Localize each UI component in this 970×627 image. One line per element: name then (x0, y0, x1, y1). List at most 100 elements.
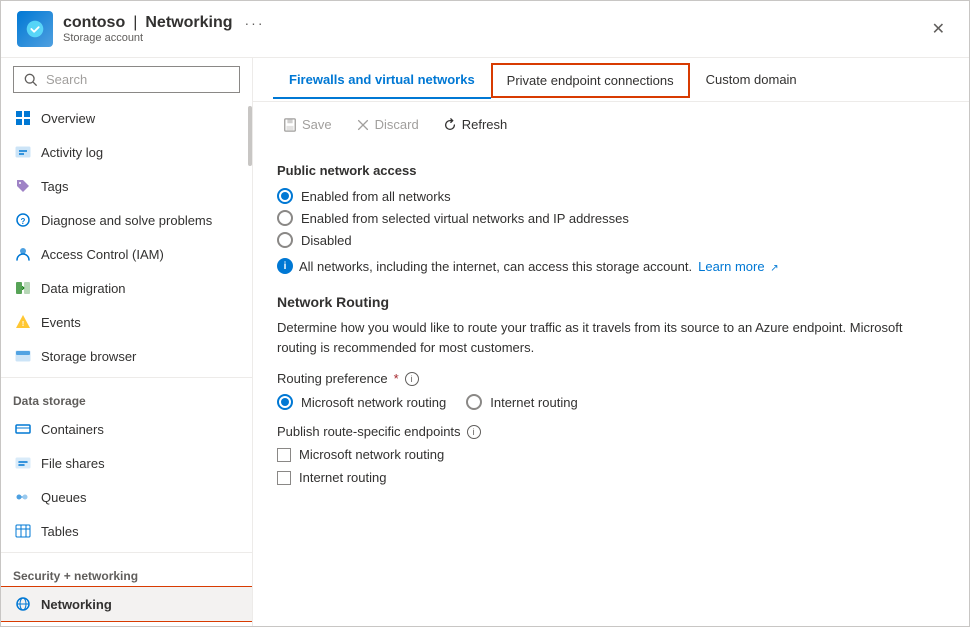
sidebar-label-overview: Overview (41, 111, 95, 126)
sidebar-item-tags[interactable]: Tags (1, 169, 252, 203)
info-text: All networks, including the internet, ca… (299, 259, 692, 274)
publish-label: Publish route-specific endpoints (277, 424, 461, 439)
migration-icon (13, 278, 33, 298)
sidebar-item-diagnose[interactable]: ? Diagnose and solve problems (1, 203, 252, 237)
radio-label-selected: Enabled from selected virtual networks a… (301, 211, 629, 226)
sidebar-label-tables: Tables (41, 524, 79, 539)
sidebar-item-containers[interactable]: Containers (1, 412, 252, 446)
scroll-indicator (248, 101, 252, 626)
module-title: Networking (145, 14, 232, 32)
routing-preference-label-row: Routing preference * i (277, 371, 945, 386)
sidebar-label-diagnose: Diagnose and solve problems (41, 213, 212, 228)
sidebar-scroll-area: Overview Activity log (1, 101, 252, 626)
routing-radio-row: Microsoft network routing Internet routi… (277, 394, 945, 410)
public-network-title: Public network access (277, 163, 945, 178)
refresh-label: Refresh (462, 117, 508, 132)
sidebar-item-events[interactable]: ! Events (1, 305, 252, 339)
sidebar-label-containers: Containers (41, 422, 104, 437)
queues-icon (13, 487, 33, 507)
app-icon (17, 11, 53, 47)
tables-icon (13, 521, 33, 541)
content-area: Firewalls and virtual networks Private e… (253, 58, 969, 626)
search-icon (24, 73, 38, 87)
routing-section: Network Routing Determine how you would … (277, 294, 945, 485)
save-label: Save (302, 117, 332, 132)
refresh-button[interactable]: Refresh (433, 112, 518, 137)
subtitle: Storage account (63, 32, 265, 44)
sidebar-item-azure-cdn[interactable]: Azure CDN (1, 621, 252, 626)
radio-selected-networks[interactable]: Enabled from selected virtual networks a… (277, 210, 945, 226)
close-button[interactable]: ✕ (924, 15, 953, 43)
title-dots[interactable]: ··· (245, 15, 265, 31)
sidebar-item-networking[interactable]: Networking (1, 587, 252, 621)
sidebar-label-activity-log: Activity log (41, 145, 103, 160)
radio-circle-internet (466, 394, 482, 410)
radio-label-disabled: Disabled (301, 233, 352, 248)
radio-circle-disabled (277, 232, 293, 248)
sidebar-item-file-shares[interactable]: File shares (1, 446, 252, 480)
scroll-thumb[interactable] (248, 106, 252, 166)
external-link-icon: ↗ (770, 263, 778, 274)
routing-pref-label: Routing preference (277, 371, 388, 386)
sidebar-label-networking: Networking (41, 597, 112, 612)
discard-button[interactable]: Discard (346, 112, 429, 137)
info-icon: i (277, 258, 293, 274)
sidebar: Overview Activity log (1, 58, 253, 626)
search-box[interactable] (13, 66, 240, 93)
radio-disabled[interactable]: Disabled (277, 232, 945, 248)
save-icon (283, 118, 297, 132)
checkbox-box-microsoft (277, 448, 291, 462)
iam-icon (13, 244, 33, 264)
radio-circle-selected (277, 210, 293, 226)
publish-info-icon[interactable]: i (467, 425, 481, 439)
discard-icon (356, 118, 370, 132)
save-button[interactable]: Save (273, 112, 342, 137)
sidebar-item-tables[interactable]: Tables (1, 514, 252, 548)
sidebar-item-data-migration[interactable]: Data migration (1, 271, 252, 305)
security-header: Security + networking (1, 557, 252, 587)
checkbox-microsoft[interactable]: Microsoft network routing (277, 447, 945, 462)
tags-icon (13, 176, 33, 196)
sidebar-item-storage-browser[interactable]: Storage browser (1, 339, 252, 373)
title-separator: | (133, 14, 137, 32)
sidebar-label-storage-browser: Storage browser (41, 349, 136, 364)
content-body: Public network access Enabled from all n… (253, 147, 969, 626)
radio-label-all: Enabled from all networks (301, 189, 451, 204)
tab-custom-domain[interactable]: Custom domain (690, 62, 813, 99)
checkbox-box-internet (277, 471, 291, 485)
info-line: i All networks, including the internet, … (277, 258, 945, 274)
diagnose-icon: ? (13, 210, 33, 230)
routing-desc: Determine how you would like to route yo… (277, 318, 917, 357)
tab-firewalls[interactable]: Firewalls and virtual networks (273, 62, 491, 99)
network-radio-group: Enabled from all networks Enabled from s… (277, 188, 945, 248)
sidebar-item-access-control[interactable]: Access Control (IAM) (1, 237, 252, 271)
divider-2 (1, 552, 252, 553)
checkbox-internet[interactable]: Internet routing (277, 470, 945, 485)
publish-checkbox-group: Microsoft network routing Internet routi… (277, 447, 945, 485)
radio-all-networks[interactable]: Enabled from all networks (277, 188, 945, 204)
tab-private-endpoint[interactable]: Private endpoint connections (491, 63, 690, 98)
overview-icon (13, 108, 33, 128)
toolbar: Save Discard Refresh (253, 102, 969, 147)
discard-label: Discard (375, 117, 419, 132)
events-icon: ! (13, 312, 33, 332)
sidebar-item-queues[interactable]: Queues (1, 480, 252, 514)
title-text: contoso | Networking ··· Storage account (63, 14, 265, 44)
sidebar-item-overview[interactable]: Overview (1, 101, 252, 135)
radio-circle-microsoft (277, 394, 293, 410)
checkbox-label-microsoft: Microsoft network routing (299, 447, 444, 462)
sidebar-item-activity-log[interactable]: Activity log (1, 135, 252, 169)
divider-1 (1, 377, 252, 378)
search-input[interactable] (46, 72, 229, 87)
sidebar-label-file-shares: File shares (41, 456, 105, 471)
radio-microsoft-routing[interactable]: Microsoft network routing (277, 394, 446, 410)
app-title: contoso (63, 14, 125, 32)
radio-internet-routing[interactable]: Internet routing (466, 394, 577, 410)
learn-more-link[interactable]: Learn more ↗ (698, 259, 779, 274)
routing-title: Network Routing (277, 294, 945, 310)
routing-info-icon[interactable]: i (405, 372, 419, 386)
required-star: * (394, 371, 399, 386)
radio-label-internet: Internet routing (490, 395, 577, 410)
activity-icon (13, 142, 33, 162)
sidebar-label-data-migration: Data migration (41, 281, 126, 296)
